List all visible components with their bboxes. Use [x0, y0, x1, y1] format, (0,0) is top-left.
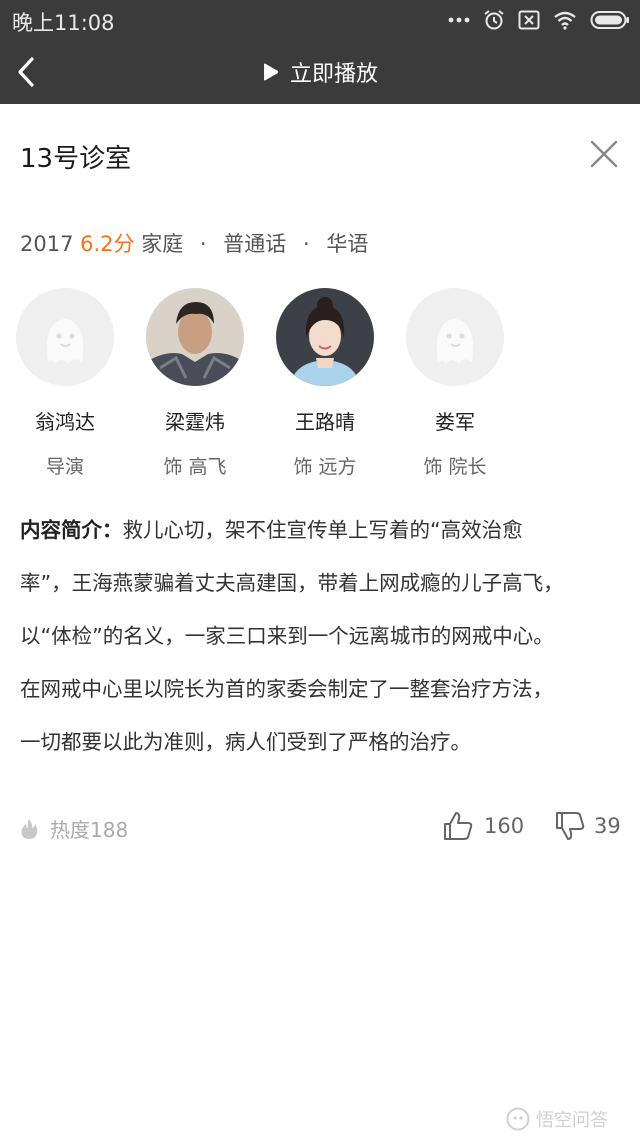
dislike-count: 39 — [594, 814, 621, 838]
cast-name: 翁鸿达 — [35, 410, 95, 434]
actress-photo — [276, 288, 374, 386]
cast-member[interactable]: 娄军 饰 院长 — [390, 288, 520, 478]
wifi-icon — [554, 11, 576, 30]
movie-region: 华语 — [326, 232, 369, 256]
synopsis-text: 以“体检”的名义，一家三口来到一个远离城市的网戒中心。 — [20, 624, 554, 648]
synopsis-text: 一切都要以此为准则，病人们受到了严格的治疗。 — [20, 730, 471, 754]
top-bar: 晚上11:08 立即播放 — [0, 0, 640, 104]
synopsis: 内容简介：救儿心切，架不住宣传单上写着的“高效治愈 率”，王海燕蒙骗着丈夫高建国… — [20, 504, 620, 769]
status-bar: 晚上11:08 — [0, 0, 640, 40]
watermark: 悟空问答 — [506, 1106, 608, 1132]
sim-blocked-icon — [518, 10, 540, 30]
watermark-text: 悟空问答 — [536, 1110, 608, 1131]
cast-role: 饰 高飞 — [163, 456, 227, 478]
cast-role: 导演 — [45, 456, 84, 478]
cast-member[interactable]: 翁鸿达 导演 — [0, 288, 130, 478]
movie-title: 13号诊室 — [20, 144, 132, 174]
stats-bar: 热度188 160 39 — [0, 808, 640, 852]
meta-separator: · — [302, 232, 310, 256]
ghost-mascot-icon — [16, 288, 114, 386]
synopsis-text: 在网戒中心里以院长为首的家委会制定了一整套治疗方法， — [20, 677, 553, 701]
thumbs-down-icon — [556, 812, 585, 840]
cast-name: 梁霆炜 — [165, 410, 225, 434]
cast-list: 翁鸿达 导演 梁霆炜 饰 高飞 王路晴 饰 远方 娄军 饰 院长 — [0, 288, 640, 478]
avatar-placeholder — [406, 288, 504, 386]
close-icon — [590, 140, 618, 168]
thumbs-up-icon — [444, 812, 473, 840]
ghost-mascot-icon — [406, 288, 504, 386]
nav-bar: 立即播放 — [0, 40, 640, 104]
heat-indicator: 热度188 — [20, 814, 128, 843]
heat-text: 热度188 — [50, 818, 129, 842]
cast-name: 娄军 — [435, 410, 475, 434]
synopsis-label: 内容简介： — [20, 518, 123, 542]
close-button[interactable] — [584, 134, 624, 174]
movie-language: 普通话 — [223, 232, 287, 256]
like-count: 160 — [484, 814, 525, 838]
alarm-clock-icon — [484, 10, 504, 30]
play-icon — [264, 63, 279, 81]
avatar — [276, 288, 374, 386]
actor-photo — [146, 288, 244, 386]
play-now-button[interactable]: 立即播放 — [260, 54, 378, 90]
cast-role: 饰 院长 — [423, 456, 487, 478]
synopsis-text: 率”，王海燕蒙骗着丈夫高建国，带着上网成瘾的儿子高飞， — [20, 571, 564, 595]
movie-genre: 家庭 — [141, 232, 184, 256]
flame-icon — [21, 818, 38, 839]
play-now-label: 立即播放 — [290, 62, 379, 87]
battery-icon — [590, 11, 629, 29]
cast-role: 饰 远方 — [293, 456, 357, 478]
cast-member[interactable]: 梁霆炜 饰 高飞 — [130, 288, 260, 478]
more-dots-icon — [448, 17, 470, 23]
meta-separator: · — [199, 232, 207, 256]
cast-member[interactable]: 王路晴 饰 远方 — [260, 288, 390, 478]
avatar-placeholder — [16, 288, 114, 386]
movie-year: 2017 — [20, 232, 74, 256]
avatar — [146, 288, 244, 386]
status-icons — [448, 9, 630, 31]
chevron-left-icon — [18, 57, 34, 87]
synopsis-line-1: 内容简介：救儿心切，架不住宣传单上写着的“高效治愈 — [20, 504, 620, 557]
movie-meta: 2017 6.2分 家庭 · 普通话 · 华语 — [20, 228, 368, 258]
like-button[interactable]: 160 — [442, 810, 524, 842]
back-button[interactable] — [8, 50, 52, 94]
status-time: 晚上11:08 — [12, 11, 115, 35]
dislike-button[interactable]: 39 — [554, 810, 621, 842]
cast-name: 王路晴 — [295, 410, 355, 434]
synopsis-text: 救儿心切，架不住宣传单上写着的“高效治愈 — [122, 518, 523, 542]
movie-score: 6.2分 — [80, 232, 135, 256]
wukong-logo-icon — [506, 1107, 530, 1131]
